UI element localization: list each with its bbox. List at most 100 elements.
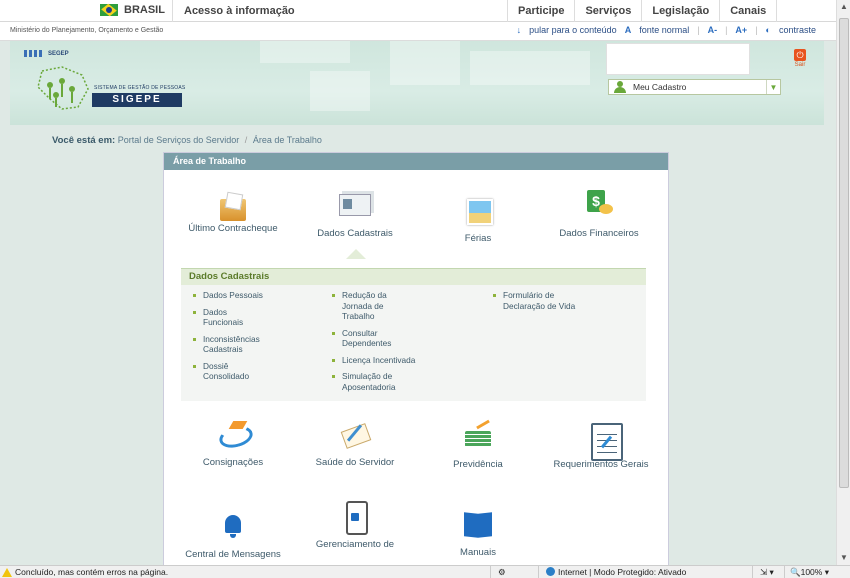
submenu-item[interactable]: Inconsistências Cadastrais [191, 334, 271, 355]
health-icon [339, 419, 371, 449]
divider [784, 566, 785, 578]
bell-icon [217, 511, 249, 541]
globe-icon [546, 567, 555, 576]
menu-legislacao[interactable]: Legislação [641, 0, 719, 22]
ministry-name: Ministério do Planejamento, Orçamento e … [10, 27, 164, 34]
access-info-link[interactable]: Acesso à informação [184, 5, 295, 17]
tile-label: Previdência [453, 459, 503, 470]
tile-label: Central de Mensagens [185, 549, 281, 560]
brasil-link[interactable]: BRASIL [100, 4, 165, 16]
logout-button[interactable]: ⏻ Sair [794, 49, 806, 68]
tile-manuais[interactable]: Manuais [413, 509, 543, 558]
tile-dados-cadastrais[interactable]: Dados Cadastrais [290, 190, 420, 239]
font-decrease-button[interactable]: A- [708, 25, 718, 35]
workspace-panel: Área de Trabalho Último Contracheque Dad… [163, 152, 669, 567]
menu-servicos[interactable]: Serviços [574, 0, 641, 22]
tile-ultimo-contracheque[interactable]: Último Contracheque [168, 193, 298, 234]
status-message[interactable]: Concluído, mas contém erros na página. [2, 567, 168, 577]
gov-top-bar: BRASIL Acesso à informação Participe Ser… [0, 0, 836, 22]
addon-icon[interactable]: ⚙ [498, 567, 506, 578]
tile-requerimentos-gerais[interactable]: Requerimentos Gerais [536, 421, 666, 470]
segep-label: SEGEP [48, 50, 69, 57]
accessibility-bar: ↓ pular para o conteúdo A fonte normal |… [517, 25, 816, 35]
id-cards-icon [337, 190, 373, 220]
security-zone-text: Internet | Modo Protegido: Ativado [558, 567, 687, 577]
gov-menu: Participe Serviços Legislação Canais [507, 0, 778, 22]
submenu-title: Dados Cadastrais [181, 268, 646, 285]
status-text: Concluído, mas contém erros na página. [15, 567, 169, 577]
user-info-box [606, 43, 750, 75]
submenu-item[interactable]: Dossiê Consolidado [191, 361, 261, 382]
sigepe-logo[interactable]: SIGEPE [92, 93, 182, 107]
submenu-col-2: Redução da Jornada de Trabalho Consultar… [330, 290, 416, 398]
ministry-bar: Ministério do Planejamento, Orçamento e … [0, 22, 836, 41]
tile-label: Férias [464, 233, 492, 244]
chevron-down-icon[interactable]: ▼ [766, 80, 780, 94]
submenu-caret [346, 249, 366, 259]
tile-gerenciamento[interactable]: Gerenciamento de [290, 501, 420, 550]
breadcrumb-current: Área de Trabalho [252, 135, 322, 145]
font-normal-link[interactable]: fonte normal [639, 25, 689, 35]
brazil-flag-icon [100, 4, 118, 16]
scroll-up-icon[interactable]: ▲ [838, 0, 850, 14]
menu-canais[interactable]: Canais [719, 0, 778, 22]
contrast-link[interactable]: contraste [779, 25, 816, 35]
tile-previdencia[interactable]: Previdência [413, 421, 543, 470]
profile-select-value: Meu Cadastro [633, 82, 687, 92]
submenu-item[interactable]: Dados Pessoais [191, 290, 271, 301]
tile-label: Consignações [202, 457, 264, 468]
submenu-item[interactable]: Consultar Dependentes [330, 328, 400, 349]
tile-label: Dados Financeiros [559, 228, 639, 239]
dados-cadastrais-submenu: Dados Cadastrais Dados Pessoais Dados Fu… [181, 268, 646, 401]
tile-ferias[interactable]: Férias [413, 195, 543, 244]
security-zone[interactable]: Internet | Modo Protegido: Ativado [546, 567, 686, 577]
protected-mode-icon[interactable]: ⇲ ▾ [760, 567, 774, 578]
submenu-col-1: Dados Pessoais Dados Funcionais Inconsis… [191, 290, 271, 388]
folder-icon [220, 199, 246, 221]
divider [172, 0, 173, 22]
document-icon [585, 421, 623, 461]
divider: | [755, 25, 758, 35]
zoom-level: 100% [800, 567, 823, 577]
tile-label: Dados Cadastrais [317, 228, 393, 239]
submenu-item[interactable]: Dados Funcionais [191, 307, 251, 328]
submenu-item[interactable]: Formulário de Declaração de Vida [491, 290, 591, 311]
user-icon [613, 81, 627, 93]
font-icon: A [624, 25, 632, 35]
tile-dados-financeiros[interactable]: Dados Financeiros [534, 190, 664, 239]
breadcrumb-label: Você está em: [52, 135, 116, 146]
arrow-down-icon: ↓ [516, 25, 522, 35]
segep-logo[interactable]: SEGEP [24, 50, 69, 57]
scroll-thumb[interactable] [839, 18, 849, 488]
panel-title: Área de Trabalho [164, 153, 668, 170]
tile-consignacoes[interactable]: Consignações [168, 419, 298, 468]
divider [752, 566, 753, 578]
submenu-col-3: Formulário de Declaração de Vida [491, 290, 591, 317]
scroll-down-icon[interactable]: ▼ [838, 551, 850, 565]
menu-participe[interactable]: Participe [507, 0, 574, 22]
logout-label: Sair [794, 62, 806, 68]
tile-saude-servidor[interactable]: Saúde do Servidor [290, 419, 420, 468]
divider: | [725, 25, 728, 35]
skip-to-content-link[interactable]: pular para o conteúdo [529, 25, 617, 35]
submenu-item[interactable]: Redução da Jornada de Trabalho [330, 290, 416, 322]
tile-label: Gerenciamento de [315, 539, 395, 550]
plane-icon [217, 419, 249, 449]
book-icon [462, 509, 494, 539]
photo-icon [462, 195, 494, 225]
submenu-item[interactable]: Simulação de Aposentadoria [330, 371, 410, 392]
zoom-control[interactable]: 🔍100% ▾ [790, 567, 829, 578]
money-stack-icon [462, 421, 494, 451]
site-header: SEGEP SISTEMA DE GESTÃO DE PESSOAS SIGEP… [10, 41, 824, 125]
tile-central-mensagens[interactable]: Central de Mensagens [168, 511, 298, 560]
tile-label: Último Contracheque [188, 223, 278, 234]
breadcrumb-portal[interactable]: Portal de Serviços do Servidor [118, 135, 240, 145]
phone-lock-icon [339, 501, 371, 535]
contrast-icon: ◐ [765, 25, 771, 35]
country-label: BRASIL [124, 4, 165, 16]
vertical-scrollbar[interactable]: ▲ ▼ [836, 0, 850, 565]
profile-select[interactable]: Meu Cadastro ▼ [608, 79, 781, 95]
font-increase-button[interactable]: A+ [735, 25, 747, 35]
submenu-item[interactable]: Licença Incentivada [330, 355, 426, 366]
breadcrumb: Você está em: Portal de Serviços do Serv… [52, 135, 322, 146]
